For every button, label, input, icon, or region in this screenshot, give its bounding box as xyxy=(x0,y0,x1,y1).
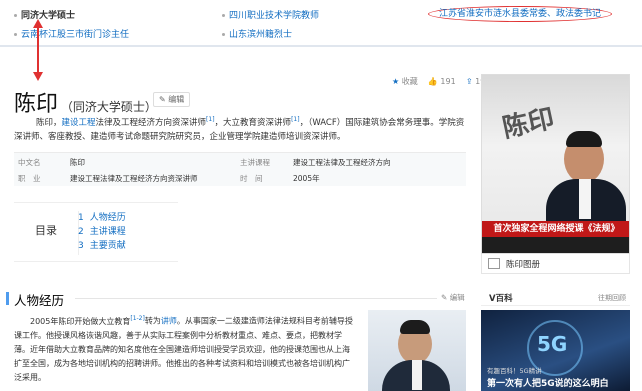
link-construction[interactable]: 建设工程 xyxy=(62,118,96,128)
edit-title-button[interactable]: ✎ 编辑 xyxy=(153,92,191,107)
section-edit-button[interactable]: ✎ 编辑 xyxy=(441,292,465,303)
poster-calligraphy: 陈印 xyxy=(499,103,558,145)
section-divider xyxy=(75,298,437,299)
related-entry-5[interactable]: 山东滨州籍烈士 xyxy=(222,27,292,40)
table-of-contents: 目录 1 人物经历 2 主讲课程 3 主要贡献 xyxy=(14,202,178,262)
entry-description: 陈印，建设工程法律及工程经济方向资深讲师[1]，大立教育资深讲师[1]，（WAC… xyxy=(14,116,465,142)
collect-button[interactable]: ★ 收藏 xyxy=(392,77,418,86)
toc-item[interactable]: 1 人物经历 xyxy=(78,211,126,225)
vbaike-label: V百科 xyxy=(489,294,513,304)
related-entry-3[interactable]: 江苏省淮安市涟水县委常委、政法委书记 xyxy=(428,6,613,22)
person-photo-hair xyxy=(400,320,430,334)
basic-info-table: 中文名 陈印 主讲课程 建设工程法律及工程经济方向 职 业 建设工程法律及工程经… xyxy=(14,152,466,186)
album-icon xyxy=(488,258,500,269)
related-entry-2[interactable]: 四川职业技术学院教师 xyxy=(222,8,319,21)
bullet-icon xyxy=(14,14,17,17)
section-photo[interactable] xyxy=(368,310,466,391)
star-icon: ★ xyxy=(392,77,400,86)
toc-title: 目录 xyxy=(35,224,57,237)
pencil-icon: ✎ xyxy=(159,95,166,104)
thumbs-up-icon: 👍 xyxy=(427,77,438,86)
toc-list: 1 人物经历 2 主讲课程 3 主要贡献 xyxy=(78,211,126,253)
annotation-arrow-line xyxy=(37,26,39,74)
toc-item[interactable]: 3 主要贡献 xyxy=(78,239,126,253)
bullet-icon xyxy=(222,33,225,36)
citation[interactable]: [1] xyxy=(206,116,215,123)
citation[interactable]: [1-2] xyxy=(130,315,144,322)
poster-footer xyxy=(482,237,629,253)
vbaike-past-link[interactable]: 往期回顾 xyxy=(598,293,626,303)
5g-logo: 5G xyxy=(537,332,568,356)
vbaike-headline[interactable]: 第一次有人把5G说的这么明白 xyxy=(487,376,609,389)
divider xyxy=(0,45,642,47)
highlighted-related-entry[interactable]: 江苏省淮安市涟水县委常委、政法委书记 xyxy=(428,6,613,22)
entry-poster-image[interactable]: 陈印 首次独家全程网络授课《法规》 xyxy=(481,74,630,254)
person-photo-shirt xyxy=(412,360,422,390)
section-paragraph: 2005年陈印开始做大立教育[1-2]转为讲师。从事国家一二级建造师法律法规科目… xyxy=(14,315,353,382)
like-button[interactable]: 👍 191 xyxy=(428,77,456,86)
related-entry-1[interactable]: 同济大学硕士 xyxy=(14,8,75,21)
section-title: 人物经历 xyxy=(14,293,65,308)
related-entry-4[interactable]: 云南杯江股三市街门诊主任 xyxy=(14,27,129,40)
section-accent xyxy=(6,292,9,305)
poster-banner: 首次独家全程网络授课《法规》 xyxy=(482,221,629,237)
vbaike-video-thumbnail[interactable]: 5G 有趣百科！5G精讲 第一次有人把5G说的这么明白 xyxy=(481,310,630,391)
toc-item[interactable]: 2 主讲课程 xyxy=(78,225,126,239)
album-link[interactable]: 陈印图册 xyxy=(481,254,630,274)
vbaike-small-caption: 有趣百科！5G精讲 xyxy=(487,367,542,375)
bullet-icon xyxy=(222,14,225,17)
entry-actions: ★ 收藏 👍 191 ⇪ 19 xyxy=(392,76,485,87)
info-row: 职 业 建设工程法律及工程经济方向资深讲师 时 间 2005年 xyxy=(18,173,320,183)
bullet-icon xyxy=(14,33,17,36)
citation[interactable]: [1] xyxy=(291,116,300,123)
annotation-arrow-down-icon xyxy=(33,72,43,81)
poster-person-hair xyxy=(566,131,602,147)
divider xyxy=(481,305,630,306)
poster-person-shirt xyxy=(579,179,591,219)
page-subtitle: （同济大学硕士） xyxy=(60,100,157,114)
info-row: 中文名 陈印 主讲课程 建设工程法律及工程经济方向 xyxy=(18,157,391,167)
pencil-icon: ✎ xyxy=(441,293,448,302)
share-icon: ⇪ xyxy=(465,77,473,86)
link-lecturer[interactable]: 讲师 xyxy=(161,317,177,326)
